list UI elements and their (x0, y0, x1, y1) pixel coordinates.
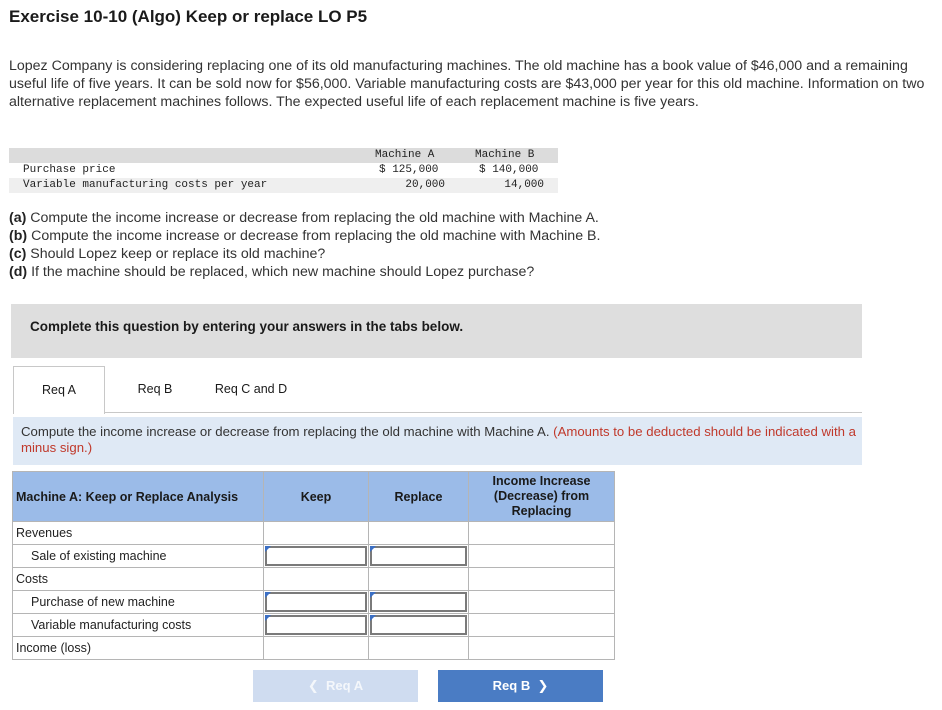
empty-cell (468, 613, 615, 637)
empty-cell (468, 544, 615, 568)
dropdown-marker-icon (370, 592, 376, 598)
requirement-text: Compute the income increase or decrease … (27, 228, 601, 244)
dropdown-marker-icon (265, 615, 271, 621)
question-bar: Compute the income increase or decrease … (13, 417, 862, 465)
tab-req-b[interactable]: Req B (109, 366, 201, 413)
question-text: Compute the income increase or decrease … (21, 424, 554, 439)
empty-cell (468, 521, 615, 545)
table-header-row: Machine A: Keep or Replace Analysis Keep… (12, 471, 615, 522)
chevron-left-icon: ❮ (307, 678, 327, 693)
tab-req-a[interactable]: Req A (13, 366, 105, 414)
input-cell (368, 544, 469, 568)
variable-replace-input[interactable] (370, 615, 467, 635)
dropdown-marker-icon (265, 592, 271, 598)
requirement-tag: (b) (9, 228, 28, 244)
page-title: Exercise 10-10 (Algo) Keep or replace LO… (9, 7, 368, 26)
row-label-income: Income (loss) (12, 636, 264, 660)
table-row: Variable manufacturing costs (12, 613, 615, 637)
input-cell (263, 590, 369, 614)
empty-cell (263, 636, 369, 660)
next-button[interactable]: Req B ❯ (438, 670, 603, 702)
chevron-right-icon: ❯ (530, 678, 549, 693)
row-label-costs: Costs (12, 567, 264, 591)
dropdown-marker-icon (370, 615, 376, 621)
problem-description: Lopez Company is considering replacing o… (9, 58, 925, 110)
requirement-tag: (a) (9, 210, 27, 226)
requirement-text: Compute the income increase or decrease … (26, 210, 599, 226)
requirements-list: (a) Compute the income increase or decre… (9, 209, 909, 281)
empty-cell (468, 567, 615, 591)
table-row: Sale of existing machine (12, 544, 615, 568)
sale-replace-input[interactable] (370, 546, 467, 566)
input-cell (263, 544, 369, 568)
header-keep: Keep (263, 471, 369, 522)
input-cell (368, 613, 469, 637)
requirement-tag: (c) (9, 246, 27, 262)
requirement-text: If the machine should be replaced, which… (27, 264, 535, 280)
table-row: Revenues (12, 521, 615, 545)
requirement-item: (b) Compute the income increase or decre… (9, 227, 909, 245)
sale-keep-input[interactable] (265, 546, 367, 566)
requirement-tag: (d) (9, 264, 28, 280)
prev-button-label: Req A (326, 678, 364, 693)
cell-value: $ 125,000 (379, 164, 439, 176)
col-machine-a: Machine A (375, 149, 435, 161)
instruction-text: Complete this question by entering your … (30, 319, 464, 334)
dropdown-marker-icon (370, 546, 376, 552)
requirement-item: (a) Compute the income increase or decre… (9, 209, 909, 227)
empty-cell (263, 567, 369, 591)
cell-value: 20,000 (405, 179, 445, 191)
input-cell (263, 613, 369, 637)
row-label: Purchase price (23, 164, 116, 176)
table-row: Costs (12, 567, 615, 591)
empty-cell (368, 636, 469, 660)
header-analysis: Machine A: Keep or Replace Analysis (12, 471, 264, 522)
analysis-table: Machine A: Keep or Replace Analysis Keep… (12, 471, 615, 660)
empty-cell (468, 590, 615, 614)
col-machine-b: Machine B (475, 149, 535, 161)
dropdown-marker-icon (265, 546, 271, 552)
empty-cell (468, 636, 615, 660)
empty-cell (263, 521, 369, 545)
instruction-banner: Complete this question by entering your … (11, 304, 862, 358)
next-button-label: Req B (492, 678, 531, 693)
row-label-revenues: Revenues (12, 521, 264, 545)
input-cell (368, 590, 469, 614)
tab-divider (13, 412, 862, 413)
header-replace: Replace (368, 471, 469, 522)
cell-value: $ 140,000 (479, 164, 539, 176)
requirement-item: (d) If the machine should be replaced, w… (9, 263, 909, 281)
empty-cell (368, 567, 469, 591)
row-label-purchase: Purchase of new machine (12, 590, 264, 614)
table-row: Income (loss) (12, 636, 615, 660)
empty-cell (368, 521, 469, 545)
cell-value: 14,000 (504, 179, 544, 191)
purchase-keep-input[interactable] (265, 592, 367, 612)
row-label: Variable manufacturing costs per year (23, 179, 268, 191)
row-label-sale: Sale of existing machine (12, 544, 264, 568)
requirement-item: (c) Should Lopez keep or replace its old… (9, 245, 909, 263)
header-income-change: Income Increase (Decrease) from Replacin… (468, 471, 615, 522)
requirement-text: Should Lopez keep or replace its old mac… (26, 246, 326, 262)
purchase-replace-input[interactable] (370, 592, 467, 612)
row-label-variable: Variable manufacturing costs (12, 613, 264, 637)
question-prompt: Compute the income increase or decrease … (21, 424, 861, 456)
variable-keep-input[interactable] (265, 615, 367, 635)
prev-button[interactable]: ❮ Req A (253, 670, 418, 702)
table-row: Purchase of new machine (12, 590, 615, 614)
tab-req-c-and-d[interactable]: Req C and D (205, 366, 297, 413)
